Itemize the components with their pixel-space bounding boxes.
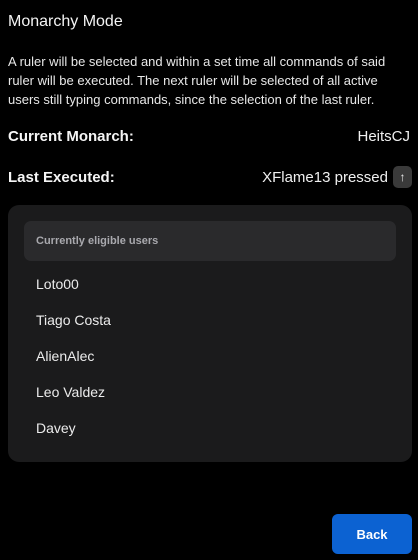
last-executed-value-group: XFlame13 pressed ↑	[262, 166, 412, 188]
back-button[interactable]: Back	[332, 514, 412, 554]
eligible-users-header: Currently eligible users	[24, 221, 396, 261]
arrow-up-icon: ↑	[393, 166, 412, 188]
current-monarch-row: Current Monarch: HeitsCJ	[8, 124, 410, 148]
list-item: Leo Valdez	[36, 384, 106, 400]
eligible-users-list: Loto00 Tiago Costa AlienAlec Leo Valdez …	[36, 266, 111, 446]
list-item: AlienAlec	[36, 348, 95, 364]
list-item: Davey	[36, 420, 76, 436]
current-monarch-label: Current Monarch:	[8, 127, 134, 145]
list-item: Tiago Costa	[36, 312, 111, 328]
mode-description: A ruler will be selected and within a se…	[8, 54, 386, 107]
last-executed-value: XFlame13 pressed	[262, 168, 388, 186]
last-executed-row: Last Executed: XFlame13 pressed ↑	[8, 165, 412, 189]
eligible-users-panel: Currently eligible users Loto00 Tiago Co…	[8, 205, 412, 462]
page-title: Monarchy Mode	[8, 13, 123, 30]
last-executed-label: Last Executed:	[8, 168, 115, 186]
current-monarch-value: HeitsCJ	[357, 127, 410, 145]
list-item: Loto00	[36, 276, 79, 292]
